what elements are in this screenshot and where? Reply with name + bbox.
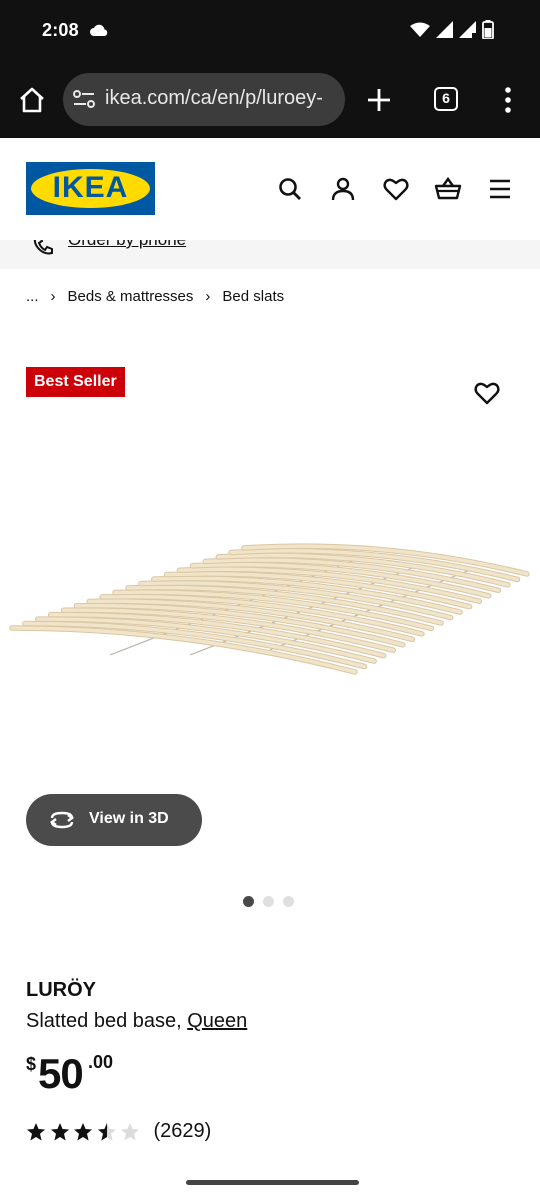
- search-icon: [279, 178, 301, 200]
- cloud-icon: [89, 24, 109, 42]
- user-icon: [331, 177, 355, 201]
- rotate-3d-icon: [48, 808, 76, 837]
- view-in-3d-button[interactable]: View in 3D: [26, 794, 202, 846]
- price-currency: $: [26, 1054, 37, 1074]
- gesture-navigation-bar: [186, 1180, 359, 1185]
- promo-strip: Order by phone: [0, 240, 540, 269]
- carousel-dot[interactable]: [243, 896, 254, 907]
- browser-toolbar: ikea.com/ca/en/p/luroey- 6: [0, 62, 540, 138]
- home-icon: [20, 87, 44, 113]
- image-carousel-dots: [243, 896, 294, 907]
- wifi-icon: [410, 22, 430, 43]
- carousel-dot[interactable]: [263, 896, 274, 907]
- best-seller-badge: Best Seller: [26, 367, 125, 397]
- basket-icon: [434, 176, 462, 200]
- status-icons: [410, 20, 494, 44]
- size-link[interactable]: Queen: [187, 1010, 247, 1032]
- rating-count[interactable]: (2629): [154, 1120, 212, 1143]
- tab-switcher-button[interactable]: 6: [434, 87, 458, 111]
- address-bar[interactable]: ikea.com/ca/en/p/luroey-: [63, 73, 345, 126]
- site-settings-icon[interactable]: [73, 89, 95, 114]
- status-time: 2:08: [42, 20, 79, 40]
- save-to-list-button[interactable]: [474, 380, 500, 406]
- main-menu-button[interactable]: [487, 176, 513, 202]
- more-vert-icon: [505, 87, 511, 113]
- cart-button[interactable]: [434, 176, 462, 202]
- site-header: IKEA: [0, 138, 540, 240]
- view-in-3d-label: View in 3D: [89, 810, 169, 827]
- heart-icon: [383, 178, 409, 201]
- breadcrumb-item-bed-slats[interactable]: Bed slats: [222, 288, 284, 305]
- product-rating[interactable]: (2629): [26, 1120, 211, 1143]
- bed-slats-image: [9, 543, 530, 675]
- signal-icon: [436, 21, 453, 43]
- chevron-right-icon: ›: [50, 288, 56, 305]
- search-button[interactable]: [277, 176, 303, 202]
- phone-icon: [30, 240, 56, 263]
- home-button[interactable]: [16, 84, 48, 116]
- heart-icon: [474, 382, 500, 405]
- wishlist-button[interactable]: [383, 176, 409, 202]
- product-description: Slatted bed base, Queen: [26, 1010, 248, 1032]
- star-full-icon: [50, 1122, 69, 1140]
- status-bar: 2:08: [0, 0, 540, 62]
- carousel-dot[interactable]: [283, 896, 294, 907]
- product-image[interactable]: [0, 520, 540, 700]
- product-name[interactable]: LURÖY: [26, 979, 96, 1002]
- account-button[interactable]: [330, 176, 356, 202]
- signal-icon-2: [459, 21, 476, 43]
- star-empty-icon: [121, 1122, 139, 1140]
- star-half-icon: [97, 1122, 116, 1140]
- breadcrumb-ellipsis[interactable]: ...: [26, 288, 39, 305]
- chevron-right-icon: ›: [205, 288, 211, 305]
- breadcrumb: ... › Beds & mattresses › Bed slats: [26, 288, 284, 305]
- price-decimal: .00: [88, 1052, 114, 1072]
- hamburger-icon: [490, 179, 510, 199]
- price-integer: 50: [38, 1050, 84, 1097]
- order-by-phone-link[interactable]: Order by phone: [68, 240, 186, 250]
- url-text[interactable]: ikea.com/ca/en/p/luroey-: [105, 87, 323, 110]
- plus-icon: [368, 89, 390, 111]
- star-full-icon: [74, 1122, 92, 1140]
- ikea-logo[interactable]: IKEA: [26, 162, 155, 215]
- battery-icon: [482, 20, 494, 44]
- browser-menu-button[interactable]: [502, 86, 514, 114]
- breadcrumb-item-beds-mattresses[interactable]: Beds & mattresses: [68, 288, 194, 305]
- star-full-icon: [27, 1122, 45, 1140]
- new-tab-button[interactable]: [366, 87, 392, 113]
